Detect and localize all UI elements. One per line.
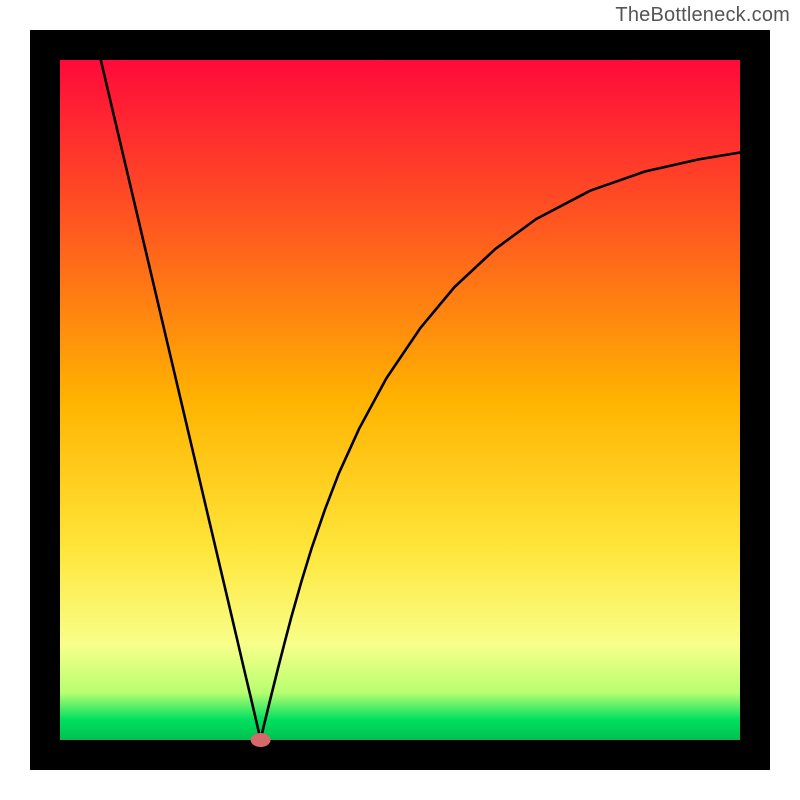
chart-container: TheBottleneck.com — [0, 0, 800, 800]
chart-svg — [0, 0, 800, 800]
plot-background — [60, 60, 740, 740]
minimum-marker — [251, 733, 271, 747]
watermark-text: TheBottleneck.com — [615, 4, 790, 27]
